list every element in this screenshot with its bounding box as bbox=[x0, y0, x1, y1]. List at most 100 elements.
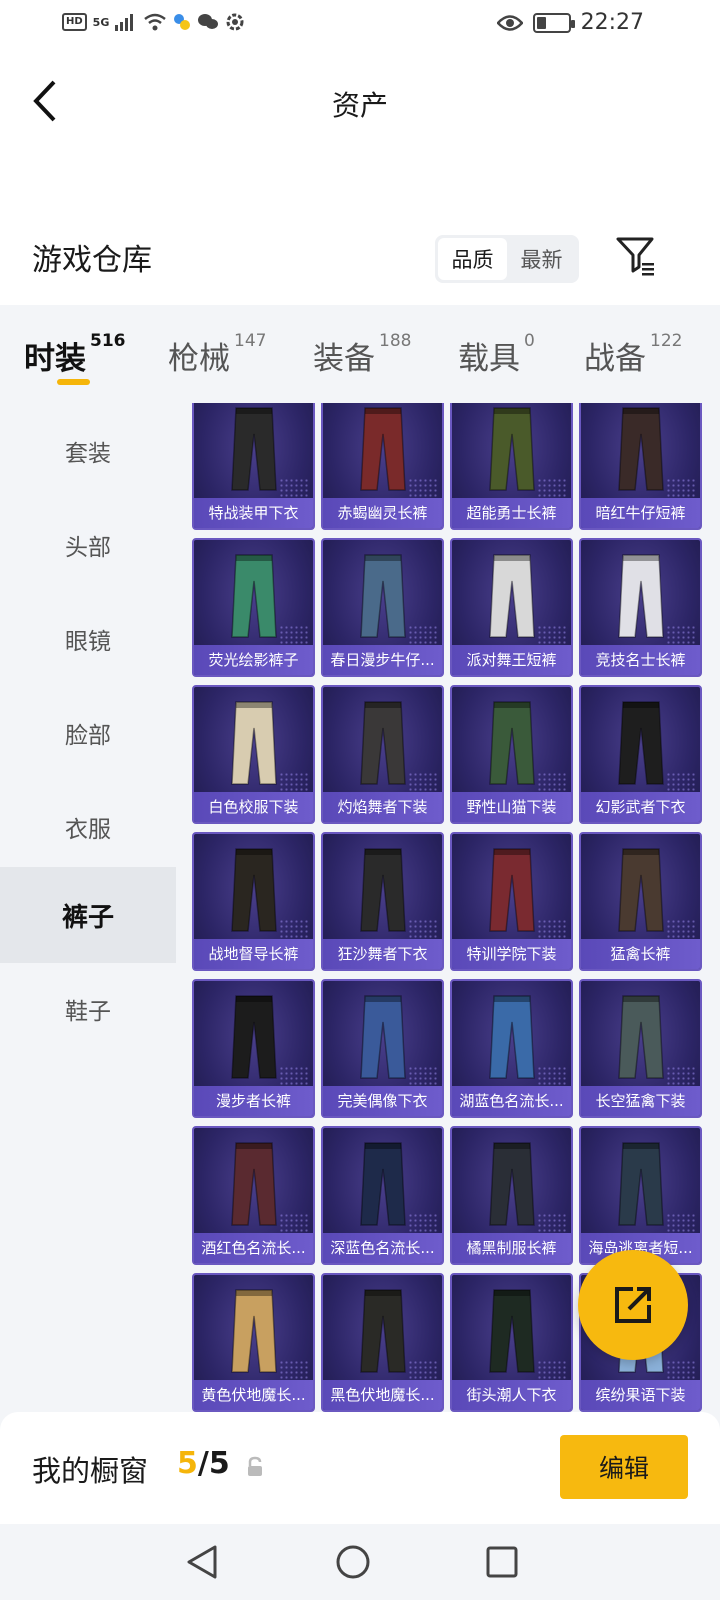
item-card[interactable]: 野性山猫下装 bbox=[450, 685, 573, 824]
card-pattern bbox=[666, 1360, 696, 1380]
item-card[interactable]: 荧光绘影裤子 bbox=[192, 538, 315, 677]
card-pattern bbox=[537, 1360, 567, 1380]
item-card[interactable]: 街头潮人下衣 bbox=[450, 1273, 573, 1412]
clock: 22:27 bbox=[580, 10, 644, 35]
card-pattern bbox=[279, 1213, 309, 1233]
sidebar-item-glasses[interactable]: 眼镜 bbox=[0, 591, 176, 687]
item-card[interactable]: 竞技名士长裤 bbox=[579, 538, 702, 677]
card-pattern bbox=[408, 919, 438, 939]
item-card[interactable]: 赤蝎幽灵长裤 bbox=[321, 403, 444, 530]
tab-label: 装备 bbox=[313, 341, 375, 377]
item-card[interactable]: 超能勇士长裤 bbox=[450, 403, 573, 530]
item-name: 橘黑制服长裤 bbox=[452, 1233, 571, 1263]
item-card[interactable]: 幻影武者下衣 bbox=[579, 685, 702, 824]
hd-badge: HD bbox=[62, 13, 87, 31]
showcase-label: 我的橱窗 bbox=[32, 1454, 149, 1488]
item-name: 春日漫步牛仔... bbox=[323, 645, 442, 675]
sort-latest-button[interactable]: 最新 bbox=[507, 238, 576, 280]
item-card[interactable]: 特战装甲下衣 bbox=[192, 403, 315, 530]
item-name: 完美偶像下衣 bbox=[323, 1086, 442, 1116]
edit-button[interactable]: 编辑 bbox=[560, 1435, 688, 1499]
category-tabs: 时装 516 枪械 147 装备 188 载具 0 战备 122 bbox=[0, 305, 720, 403]
item-card[interactable]: 春日漫步牛仔... bbox=[321, 538, 444, 677]
card-pattern bbox=[666, 1213, 696, 1233]
item-card[interactable]: 深蓝色名流长... bbox=[321, 1126, 444, 1265]
item-name: 漫步者长裤 bbox=[194, 1086, 313, 1116]
item-card[interactable]: 长空猛禽下装 bbox=[579, 979, 702, 1118]
settings-icon bbox=[226, 13, 244, 31]
item-card[interactable]: 灼焰舞者下装 bbox=[321, 685, 444, 824]
sub-category-sidebar: 套装 头部 眼镜 脸部 衣服 裤子 鞋子 bbox=[0, 403, 176, 1412]
sidebar-item-shoes[interactable]: 鞋子 bbox=[0, 961, 176, 1057]
card-pattern bbox=[408, 1213, 438, 1233]
item-card[interactable]: 橘黑制服长裤 bbox=[450, 1126, 573, 1265]
item-name: 特训学院下装 bbox=[452, 939, 571, 969]
item-card[interactable]: 暗红牛仔短裤 bbox=[579, 403, 702, 530]
eye-icon bbox=[496, 14, 523, 31]
share-fab-button[interactable] bbox=[578, 1250, 688, 1360]
network-type: 5G bbox=[92, 15, 110, 29]
tab-label: 枪械 bbox=[168, 341, 230, 377]
card-pattern bbox=[279, 625, 309, 645]
item-name: 深蓝色名流长... bbox=[323, 1233, 442, 1263]
status-right: 22:27 bbox=[496, 10, 644, 35]
item-card[interactable]: 特训学院下装 bbox=[450, 832, 573, 971]
item-card[interactable]: 战地督导长裤 bbox=[192, 832, 315, 971]
item-card[interactable]: 猛禽长裤 bbox=[579, 832, 702, 971]
system-home-button[interactable] bbox=[329, 1538, 377, 1586]
item-name: 特战装甲下衣 bbox=[194, 498, 313, 528]
tab-supplies[interactable]: 战备 122 bbox=[584, 331, 682, 378]
item-card[interactable]: 漫步者长裤 bbox=[192, 979, 315, 1118]
item-name: 赤蝎幽灵长裤 bbox=[323, 498, 442, 528]
item-name: 街头潮人下衣 bbox=[452, 1380, 571, 1410]
sidebar-item-outfit[interactable]: 套装 bbox=[0, 403, 176, 499]
showcase-current: 5 bbox=[177, 1446, 198, 1481]
card-pattern bbox=[666, 478, 696, 498]
sidebar-item-clothes[interactable]: 衣服 bbox=[0, 779, 176, 875]
item-card[interactable]: 狂沙舞者下衣 bbox=[321, 832, 444, 971]
tab-count: 0 bbox=[524, 331, 535, 351]
tab-fashion[interactable]: 时装 516 bbox=[24, 331, 126, 378]
item-card[interactable]: 白色校服下装 bbox=[192, 685, 315, 824]
item-name: 灼焰舞者下装 bbox=[323, 792, 442, 822]
sidebar-item-head[interactable]: 头部 bbox=[0, 497, 176, 593]
system-back-button[interactable] bbox=[178, 1538, 226, 1586]
item-name: 幻影武者下衣 bbox=[581, 792, 700, 822]
filter-button[interactable] bbox=[614, 233, 658, 279]
sidebar-item-face[interactable]: 脸部 bbox=[0, 685, 176, 781]
filter-icon bbox=[616, 237, 654, 276]
item-name: 黄色伏地魔长... bbox=[194, 1380, 313, 1410]
circle-home-icon bbox=[336, 1545, 370, 1579]
status-bar: HD 5G 22:27 bbox=[0, 0, 720, 52]
tab-label: 载具 bbox=[458, 341, 520, 377]
item-name: 竞技名士长裤 bbox=[581, 645, 700, 675]
sort-quality-button[interactable]: 品质 bbox=[438, 238, 507, 280]
showcase-total: 5 bbox=[208, 1446, 230, 1481]
tab-label: 时装 bbox=[24, 341, 86, 377]
item-name: 超能勇士长裤 bbox=[452, 498, 571, 528]
card-pattern bbox=[666, 919, 696, 939]
item-card[interactable]: 完美偶像下衣 bbox=[321, 979, 444, 1118]
tab-equipment[interactable]: 装备 188 bbox=[313, 331, 411, 378]
warehouse-header: 游戏仓库 品质 最新 bbox=[0, 227, 720, 305]
item-card[interactable]: 酒红色名流长... bbox=[192, 1126, 315, 1265]
sidebar-item-pants[interactable]: 裤子 bbox=[0, 867, 176, 963]
tab-weapons[interactable]: 枪械 147 bbox=[168, 331, 266, 378]
card-pattern bbox=[537, 772, 567, 792]
item-card[interactable]: 派对舞王短裤 bbox=[450, 538, 573, 677]
tab-vehicles[interactable]: 载具 0 bbox=[458, 331, 535, 378]
card-pattern bbox=[279, 772, 309, 792]
card-pattern bbox=[537, 625, 567, 645]
item-name: 暗红牛仔短裤 bbox=[581, 498, 700, 528]
battery-icon bbox=[532, 12, 575, 33]
item-card[interactable]: 黄色伏地魔长... bbox=[192, 1273, 315, 1412]
item-card[interactable]: 海岛逃离者短... bbox=[579, 1126, 702, 1265]
system-navigation bbox=[0, 1524, 720, 1600]
item-card[interactable]: 湖蓝色名流长... bbox=[450, 979, 573, 1118]
system-recents-button[interactable] bbox=[478, 1538, 526, 1586]
sort-toggle: 品质 最新 bbox=[435, 235, 579, 283]
card-pattern bbox=[408, 478, 438, 498]
tab-count: 516 bbox=[90, 331, 126, 351]
item-card[interactable]: 黑色伏地魔长... bbox=[321, 1273, 444, 1412]
lock-icon bbox=[248, 1456, 262, 1476]
